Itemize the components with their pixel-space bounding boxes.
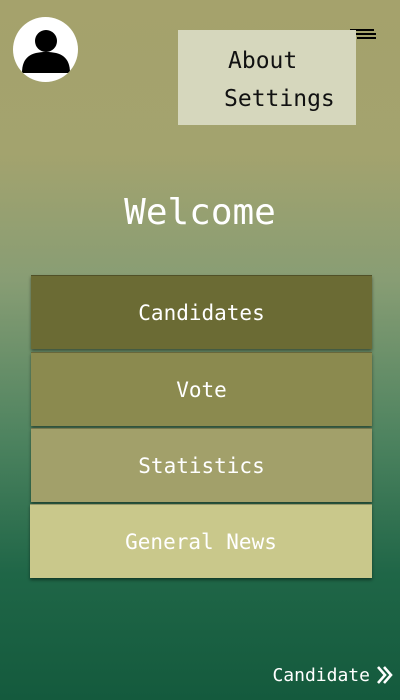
user-profile-icon: [22, 30, 70, 73]
dropdown-menu: About Settings: [178, 30, 356, 125]
candidate-link-label: Candidate: [272, 664, 370, 686]
menu-item-about[interactable]: About: [178, 42, 356, 80]
page-title: Welcome: [124, 192, 276, 233]
candidate-link[interactable]: Candidate: [272, 664, 394, 686]
statistics-button[interactable]: Statistics: [31, 428, 372, 502]
menu-item-settings[interactable]: Settings: [178, 80, 356, 118]
avatar[interactable]: [13, 17, 78, 82]
candidates-button[interactable]: Candidates: [31, 275, 372, 349]
vote-button[interactable]: Vote: [31, 352, 372, 426]
general-news-button[interactable]: General News: [30, 504, 372, 578]
double-chevron-right-icon: [377, 666, 393, 684]
